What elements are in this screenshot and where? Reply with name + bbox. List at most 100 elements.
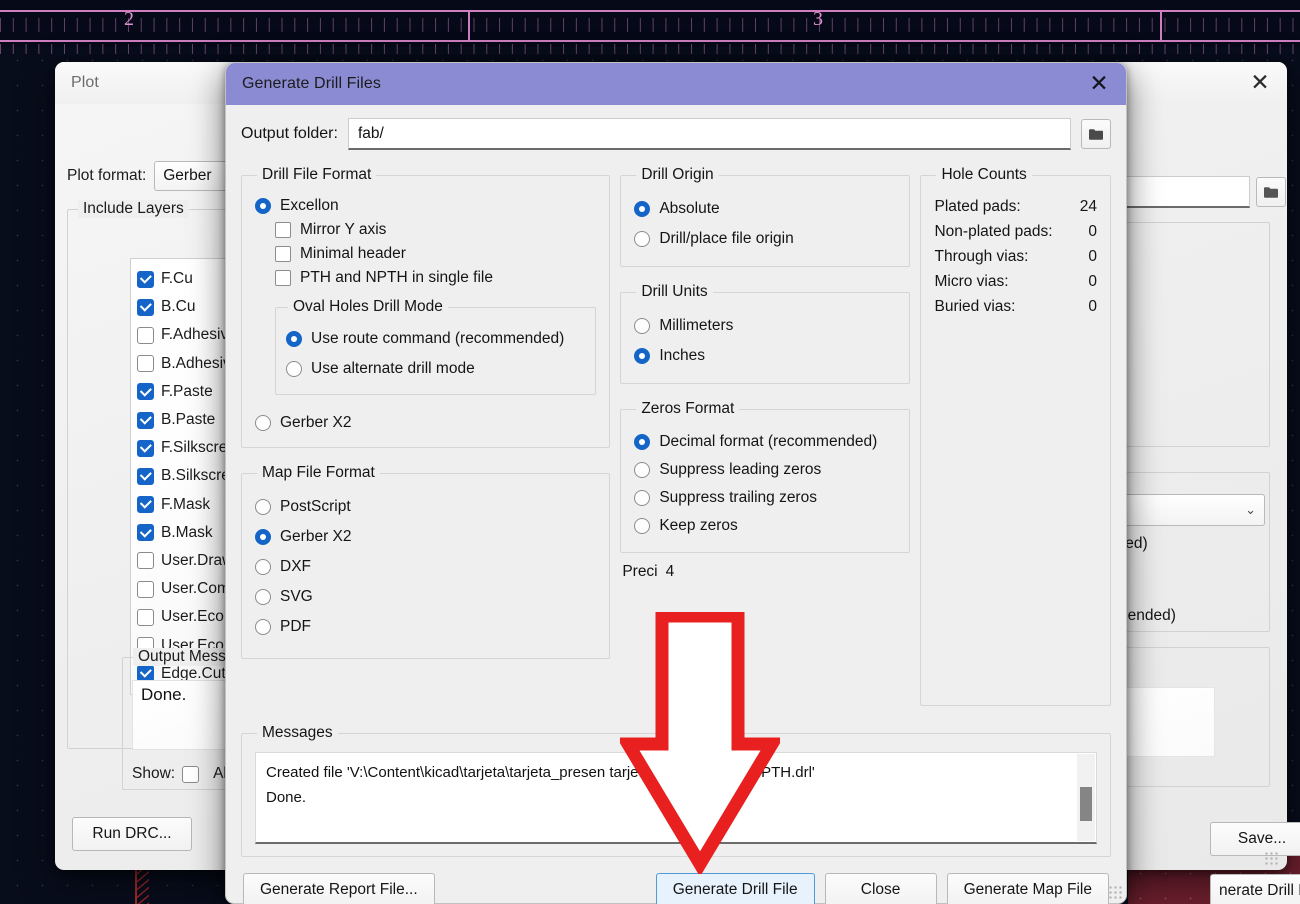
generate-drill-file-button[interactable]: Generate Drill File	[655, 873, 815, 904]
radio-map-gerber-x2[interactable]: Gerber X2	[255, 522, 596, 552]
radio-map-dxf[interactable]: DXF	[255, 552, 596, 582]
column-right: Hole Counts Plated pads: 24 Non-plated p…	[920, 166, 1111, 722]
layer-checkbox[interactable]	[137, 383, 154, 401]
radio-units-millimeters[interactable]: Millimeters	[634, 311, 896, 341]
oval-holes-title: Oval Holes Drill Mode	[293, 298, 443, 315]
precision-value: 4	[665, 563, 675, 580]
hole-count-value: 0	[1088, 247, 1097, 265]
close-button[interactable]: Close	[824, 873, 937, 904]
generate-drill-file-label: Generate Drill File	[672, 881, 798, 898]
layer-checkbox[interactable]	[137, 439, 154, 457]
layer-checkbox[interactable]	[137, 355, 154, 373]
plot-format-label: Plot format:	[67, 167, 147, 184]
radio-indicator	[255, 198, 271, 214]
layer-checkbox[interactable]	[137, 411, 154, 429]
message-line: Done.	[266, 789, 307, 806]
layer-checkbox[interactable]	[137, 496, 154, 514]
radio-map-pdf[interactable]: PDF	[255, 612, 596, 642]
radio-label: Drill/place file origin	[659, 230, 794, 247]
radio-map-svg[interactable]: SVG	[255, 582, 596, 612]
hole-count-label: Plated pads:	[934, 197, 1021, 215]
radio-use-alternate-drill-mode[interactable]: Use alternate drill mode	[286, 354, 585, 384]
output-folder-label: Output folder:	[241, 125, 338, 142]
hole-count-label: Through vias:	[934, 247, 1029, 265]
plot-browse-button[interactable]	[1256, 177, 1286, 207]
show-filter-row: Show: All	[132, 765, 230, 783]
radio-zeros-suppress-leading[interactable]: Suppress leading zeros	[634, 456, 896, 484]
radio-indicator	[255, 415, 271, 431]
radio-gerber-x2-drill[interactable]: Gerber X2	[255, 411, 596, 435]
radio-indicator	[286, 361, 302, 377]
layer-name: B.Cu	[161, 298, 196, 316]
generate-drill-files-button[interactable]: nerate Drill Files...	[1210, 874, 1300, 904]
messages-group: Messages Created file 'V:\Content\kicad\…	[241, 724, 1111, 857]
hole-count-row: Plated pads: 24	[934, 194, 1097, 219]
column-left: Drill File Format Excellon Mirror Y axis…	[241, 166, 611, 722]
layer-name: User.Eco1	[161, 608, 233, 626]
excellon-suboptions: Mirror Y axis Minimal header PTH and NPT…	[255, 218, 597, 395]
generate-map-file-button[interactable]: Generate Map File	[946, 873, 1109, 904]
radio-origin-absolute[interactable]: Absolute	[634, 194, 896, 224]
show-all-checkbox[interactable]	[182, 765, 200, 783]
layer-checkbox[interactable]	[137, 552, 154, 570]
layer-checkbox[interactable]	[137, 608, 154, 626]
radio-use-route-command[interactable]: Use route command (recommended)	[286, 324, 585, 354]
close-icon[interactable]: ✕	[1233, 62, 1287, 104]
hole-counts-group: Hole Counts Plated pads: 24 Non-plated p…	[920, 166, 1111, 706]
messages-box[interactable]: Created file 'V:\Content\kicad\tarjeta\t…	[255, 752, 1097, 844]
close-icon[interactable]: ✕	[1072, 63, 1126, 105]
generate-report-file-button[interactable]: Generate Report File...	[243, 873, 435, 904]
messages-scrollbar[interactable]	[1077, 754, 1095, 841]
layer-checkbox[interactable]	[137, 467, 154, 485]
layer-checkbox[interactable]	[137, 326, 154, 344]
radio-label: SVG	[280, 588, 313, 605]
radio-zeros-keep[interactable]: Keep zeros	[634, 512, 896, 540]
radio-zeros-suppress-trailing[interactable]: Suppress trailing zeros	[634, 484, 896, 512]
radio-excellon[interactable]: Excellon	[255, 194, 596, 218]
hole-count-value: 0	[1088, 272, 1097, 290]
browse-folder-button[interactable]	[1081, 119, 1111, 149]
run-drc-button[interactable]: Run DRC...	[72, 817, 192, 851]
ruler-major-tick	[1160, 10, 1162, 42]
radio-indicator	[634, 462, 651, 478]
checkbox-pth-npth-single-file[interactable]: PTH and NPTH in single file	[275, 266, 596, 290]
layer-checkbox[interactable]	[137, 270, 154, 288]
resize-grip[interactable]	[1108, 885, 1122, 899]
save-button[interactable]: Save...	[1210, 822, 1300, 856]
folder-icon	[1089, 128, 1103, 140]
run-drc-label: Run DRC...	[92, 825, 172, 842]
checkbox-mirror-y-axis[interactable]: Mirror Y axis	[275, 218, 596, 242]
layer-name: F.Cu	[161, 270, 193, 288]
output-folder-row: Output folder: fab/	[241, 118, 1111, 150]
drill-origin-title: Drill Origin	[641, 166, 714, 183]
hole-count-label: Micro vias:	[934, 272, 1009, 290]
radio-indicator	[634, 348, 651, 364]
radio-map-postscript[interactable]: PostScript	[255, 492, 596, 522]
radio-origin-drill-place-file[interactable]: Drill/place file origin	[634, 224, 896, 254]
generate-drill-files-dialog[interactable]: Generate Drill Files ✕ Output folder: fa…	[225, 62, 1127, 904]
resize-grip[interactable]	[1264, 851, 1278, 865]
plot-format-select[interactable]: Gerber	[154, 161, 235, 191]
layer-checkbox[interactable]	[137, 298, 154, 316]
layer-checkbox[interactable]	[137, 580, 154, 598]
radio-label: Gerber X2	[280, 414, 352, 431]
checkbox-minimal-header[interactable]: Minimal header	[275, 242, 596, 266]
radio-zeros-decimal[interactable]: Decimal format (recommended)	[634, 428, 896, 456]
radio-indicator	[286, 331, 302, 347]
radio-indicator	[634, 201, 651, 217]
radio-label: Absolute	[659, 200, 720, 217]
hole-counts-title: Hole Counts	[941, 166, 1027, 183]
hole-count-value: 24	[1079, 197, 1097, 215]
radio-label: Millimeters	[659, 317, 734, 334]
zeros-format-group: Zeros Format Decimal format (recommended…	[620, 400, 911, 553]
scrollbar-thumb[interactable]	[1080, 787, 1092, 821]
layer-name: B.Mask	[161, 523, 213, 541]
zeros-format-title: Zeros Format	[641, 400, 735, 417]
layer-checkbox[interactable]	[137, 524, 154, 542]
generate-drill-files-label: nerate Drill Files...	[1219, 882, 1300, 899]
column-middle: Drill Origin Absolute Drill/place file o…	[620, 166, 911, 722]
show-label: Show:	[132, 765, 176, 782]
radio-units-inches[interactable]: Inches	[634, 341, 896, 371]
output-folder-input[interactable]: fab/	[347, 118, 1071, 150]
radio-label: PDF	[280, 618, 311, 635]
